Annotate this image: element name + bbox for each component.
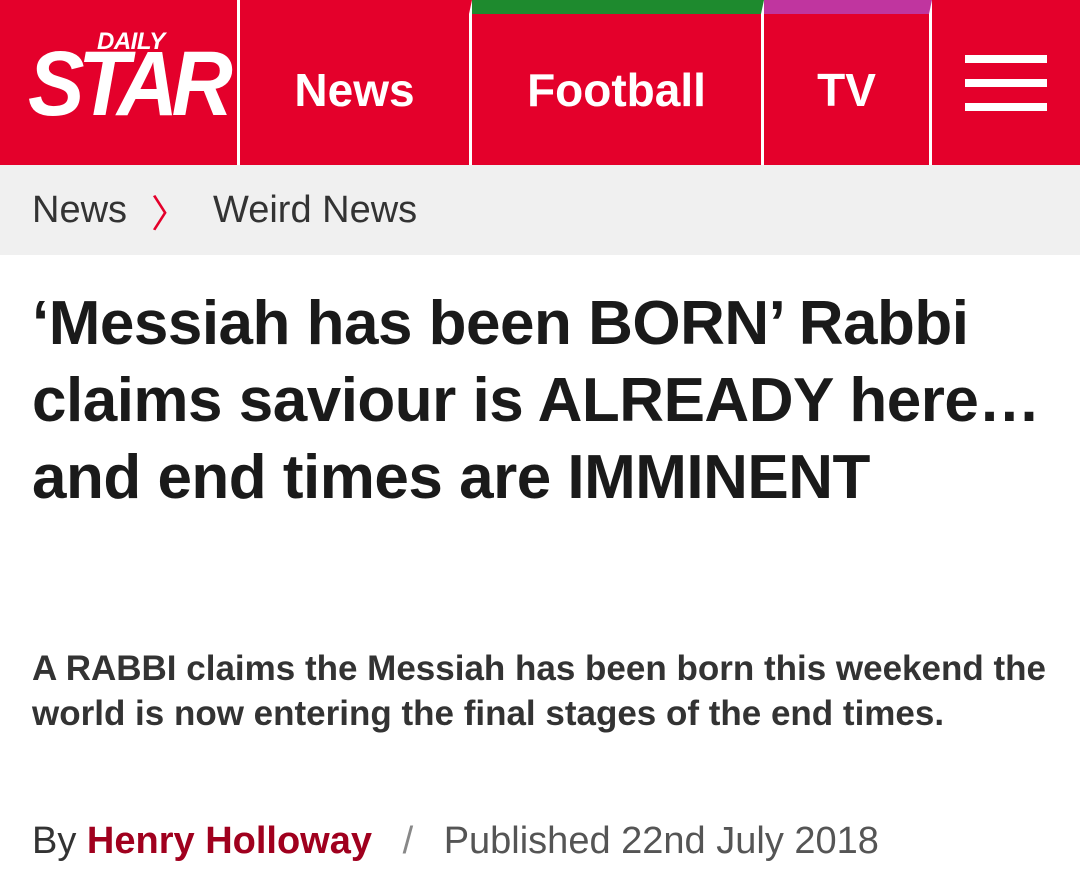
hamburger-icon [965,54,1047,111]
daily-star-logo[interactable]: DAILY STAR [0,0,240,165]
logo-star-text: STAR [28,33,233,135]
nav-tv-label: TV [817,63,876,116]
nav-football[interactable]: Football [472,0,764,165]
breadcrumb-news[interactable]: News [32,189,127,232]
nav-news[interactable]: News [240,0,472,165]
breadcrumb-weird-news[interactable]: Weird News [213,189,417,232]
article-headline: ‘Messiah has been BORN’ Rabbi claims sav… [32,289,1040,512]
article-standfirst: A RABBI claims the Messiah has been born… [32,649,1046,733]
site-header: DAILY STAR News Football TV [0,0,1080,165]
nav-tv[interactable]: TV [764,0,932,165]
byline-separator: / [402,820,414,862]
byline-prefix: By [32,820,77,862]
published-date: Published 22nd July 2018 [443,820,879,862]
nav-news-label: News [294,63,415,116]
author-link[interactable]: Henry Holloway [87,820,372,862]
byline: By Henry Holloway / Published 22nd July … [32,820,879,863]
chevron-right-icon: 〉 [151,193,190,236]
breadcrumb: News 〉 Weird News [0,165,1080,255]
nav-football-label: Football [527,63,706,116]
menu-button[interactable] [932,0,1080,165]
